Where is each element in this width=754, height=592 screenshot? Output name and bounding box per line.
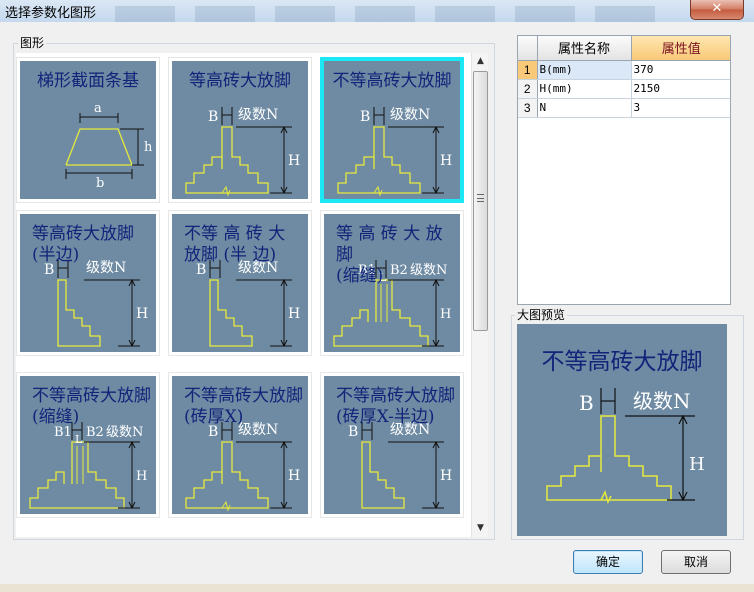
empty-row (518, 117, 730, 137)
empty-row (518, 155, 730, 175)
preview-title: 不等高砖大放脚 (541, 349, 703, 375)
shape-tile-title: 不等 高 砖 大 放脚 (半 边) (184, 224, 286, 265)
ok-button[interactable]: 确定 (573, 550, 643, 574)
empty-row (518, 174, 730, 194)
dialog-window: 选择参数化图形 ✕ 图形 a h b 梯形截面条基 B 级数N H 等高砖大放脚 B 级数N H 不等… (0, 0, 754, 592)
empty-row (518, 250, 730, 270)
shape-thumbnail: B 级数N H 等高砖大放脚 (半边) (20, 214, 156, 352)
column-header-name[interactable]: 属性名称 (537, 36, 632, 61)
property-name-cell: H(mm) (537, 79, 632, 99)
shape-thumbnail: B 级数N H 不等高砖大放脚 (砖厚X-半边) (324, 376, 460, 514)
dim-label-b: B (208, 109, 218, 125)
scroll-down-button[interactable]: ▼ (472, 520, 489, 537)
title-bar[interactable]: 选择参数化图形 ✕ (0, 0, 754, 22)
shape-tile[interactable]: B 级数N H 不等高砖大放脚 (砖厚X) (168, 372, 312, 518)
empty-row (518, 212, 730, 232)
preview-label-levels: 级数N (633, 389, 691, 413)
dim-label-b: b (96, 176, 104, 191)
shape-tile-title: 等高砖大放脚 (半边) (32, 224, 134, 265)
close-button[interactable]: ✕ (690, 0, 744, 20)
large-preview: 不等高砖大放脚 B 级数N H (517, 324, 727, 536)
dim-label-levels: 级数N (238, 107, 278, 123)
scroll-thumb[interactable] (473, 71, 488, 331)
cancel-button[interactable]: 取消 (661, 550, 731, 574)
column-header-value[interactable]: 属性值 (631, 36, 730, 61)
shape-thumbnail: B1 B2 L 级数N H 等 高 砖 大 放 脚 (缩缝) (324, 214, 460, 352)
preview-label-h: H (689, 454, 705, 475)
grid-corner (518, 36, 538, 61)
shape-thumbnail: a h b 梯形截面条基 (20, 61, 156, 199)
shape-thumbnail: B 级数N H 等高砖大放脚 (172, 61, 308, 199)
property-name-cell: N (537, 98, 632, 118)
dim-label-h: H (288, 306, 300, 322)
dim-label-h: H (288, 153, 300, 169)
preview-group-label: 大图预览 (515, 306, 568, 323)
shape-thumbnail: B 级数N H 不等 高 砖 大 放脚 (半 边) (172, 214, 308, 352)
dim-label-h: H (136, 469, 147, 484)
empty-row (518, 193, 730, 213)
dim-label-h: H (440, 153, 452, 169)
row-index: 1 (518, 60, 538, 80)
dim-label-a: a (94, 101, 102, 116)
shape-tile-title: 不等高砖大放脚 (332, 71, 452, 91)
shape-tile[interactable]: B1 B2 L 级数N H 等 高 砖 大 放 脚 (缩缝) (320, 210, 464, 356)
grip-icon (477, 194, 484, 202)
shape-tile-title: 梯形截面条基 (37, 71, 139, 91)
background-strip (0, 584, 754, 592)
shape-thumbnail: B 级数N H 不等高砖大放脚 (324, 61, 460, 199)
gallery-scrollbar[interactable]: ▲ ▼ (471, 53, 488, 537)
shape-tile[interactable]: B 级数N H 不等高砖大放脚 (320, 57, 464, 203)
shape-thumbnail: B1 B2 L 级数N H 不等高砖大放脚 (缩缝) (20, 376, 156, 514)
shape-gallery: a h b 梯形截面条基 B 级数N H 等高砖大放脚 B 级数N H 不等高砖大放脚 B 级数N H 等高砖… (16, 53, 471, 537)
shape-group-label: 图形 (18, 34, 47, 51)
dialog-title: 选择参数化图形 (5, 6, 97, 21)
shape-tile[interactable]: B 级数N H 不等高砖大放脚 (砖厚X-半边) (320, 372, 464, 518)
dim-label-h: h (144, 140, 153, 155)
scroll-up-button[interactable]: ▲ (472, 53, 489, 70)
table-row[interactable]: 3N3 (518, 98, 730, 118)
shape-tile[interactable]: B 级数N H 等高砖大放脚 (168, 57, 312, 203)
dim-label-h: H (136, 306, 148, 322)
shape-tile[interactable]: a h b 梯形截面条基 (16, 57, 160, 203)
dim-label-h: H (288, 468, 300, 484)
row-index: 3 (518, 98, 538, 118)
dim-label-l: L (75, 433, 83, 446)
shape-tile[interactable]: B 级数N H 等高砖大放脚 (半边) (16, 210, 160, 356)
empty-row (518, 231, 730, 251)
preview-label-b: B (579, 391, 594, 415)
row-index: 2 (518, 79, 538, 99)
shape-tile-title: 不等高砖大放脚 (缩缝) (32, 386, 151, 427)
dim-label-h: H (440, 468, 452, 484)
dim-label-b: B (360, 109, 370, 125)
property-value-cell[interactable]: 2150 (631, 79, 730, 99)
shape-tile-title: 等高砖大放脚 (189, 71, 291, 91)
shape-thumbnail: B 级数N H 不等高砖大放脚 (砖厚X) (172, 376, 308, 514)
dim-label-levels: 级数N (390, 107, 430, 123)
shape-tile-title: 不等高砖大放脚 (砖厚X) (184, 386, 303, 427)
table-row[interactable]: 1 B(mm) 370 (518, 60, 730, 80)
shape-tile[interactable]: B1 B2 L 级数N H 不等高砖大放脚 (缩缝) (16, 372, 160, 518)
property-name-cell: B(mm) (537, 60, 632, 80)
shape-tile-title: 等 高 砖 大 放 脚 (缩缝) (336, 224, 443, 286)
empty-row (518, 288, 730, 304)
background-toolbar (115, 6, 675, 22)
empty-row (518, 136, 730, 156)
empty-row (518, 269, 730, 289)
table-row[interactable]: 2 H(mm) 2150 (518, 79, 730, 99)
shape-tile[interactable]: B 级数N H 不等 高 砖 大 放脚 (半 边) (168, 210, 312, 356)
property-value-cell[interactable]: 3 (631, 98, 730, 118)
property-value-cell[interactable]: 370 (631, 60, 730, 80)
dim-label-h: H (440, 307, 451, 322)
property-grid: 属性名称 属性值 1 B(mm) 370 2 H(mm) 2150 3 N 3 (517, 35, 731, 305)
shape-tile-title: 不等高砖大放脚 (砖厚X-半边) (336, 386, 455, 427)
